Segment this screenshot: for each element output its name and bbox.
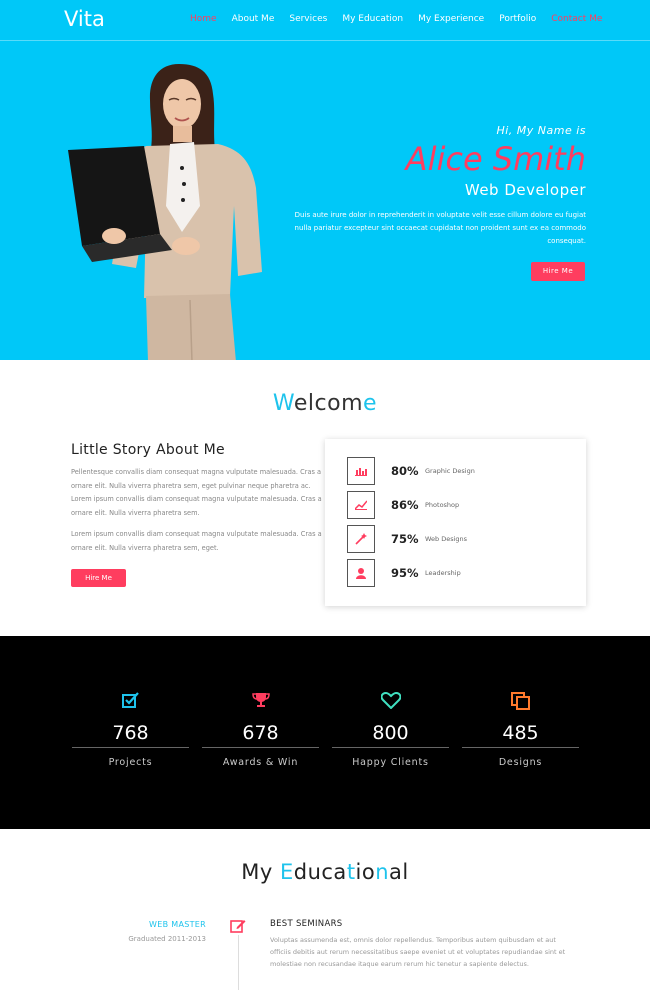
user-icon [347,559,375,587]
nav-about[interactable]: About Me [232,14,275,24]
line-chart-icon [347,491,375,519]
story-hire-button[interactable]: Hire Me [71,569,126,587]
nav-home[interactable]: Home [190,14,217,24]
stat-designs: 485 Designs [462,692,579,768]
education-title-part: n [375,860,390,884]
stats-section: 768 Projects 678 Awards & Win 800 Happy … [0,636,650,829]
check-square-icon [72,692,189,712]
stat-divider [462,747,579,748]
hero-greeting: Hi, My Name is [496,124,586,137]
stat-clients: 800 Happy Clients [332,691,449,768]
hero-name: Alice Smith [405,140,586,178]
stat-awards: 678 Awards & Win [202,692,319,768]
brand-logo[interactable]: Vita [64,7,105,31]
education-years: Graduated 2011-2013 [128,935,206,943]
skill-percent: 95% [391,566,419,580]
nav-divider [0,40,650,41]
hero-role: Web Developer [464,181,586,199]
top-nav: Vita Home About Me Services My Education… [0,0,650,40]
education-heading: BEST SEMINARS [270,919,343,929]
skill-item: 80% Graphic Design [347,457,475,485]
bar-chart-icon [347,457,375,485]
education-title-part: t [346,860,356,884]
heart-icon [332,691,449,712]
education-degree: WEB MASTER [149,920,206,929]
education-title-part: My [241,860,280,884]
nav-menu: Home About Me Services My Education My E… [190,14,617,24]
skill-percent: 86% [391,498,419,512]
hero-description: Duis aute irure dolor in reprehenderit i… [294,211,586,245]
welcome-title: Welcome [0,391,650,416]
story-title: Little Story About Me [71,442,225,458]
stat-number: 800 [372,722,409,744]
skill-label: Photoshop [425,501,460,509]
skill-label: Leadership [425,569,461,577]
nav-education[interactable]: My Education [342,14,403,24]
stat-divider [202,747,319,748]
stat-number: 678 [242,722,279,744]
hero-intro: Hi, My Name is Alice Smith Web Developer… [286,124,586,248]
education-title-part: duca [293,860,347,884]
stat-label: Projects [108,757,153,768]
nav-experience[interactable]: My Experience [418,14,484,24]
education-meta: WEB MASTER Graduated 2011-2013 [110,920,206,943]
stat-divider [72,747,189,748]
skill-label: Graphic Design [425,467,475,475]
stat-number: 485 [502,722,539,744]
skill-item: 86% Photoshop [347,491,459,519]
nav-services[interactable]: Services [289,14,327,24]
nav-contact[interactable]: Contact Me [551,14,602,24]
timeline-line [238,935,239,990]
hero-portrait-image [68,64,262,360]
skill-label: Web Designs [425,535,468,543]
story-paragraph-1: Pellentesque convallis diam consequat ma… [71,468,322,517]
skill-item: 95% Leadership [347,559,461,587]
welcome-title-part: W [272,391,294,416]
education-text: Voluptas assumenda est, omnis dolor repe… [270,936,566,968]
skill-percent: 80% [391,464,419,478]
skill-percent: 75% [391,532,419,546]
stat-label: Awards & Win [222,757,299,768]
copy-icon [462,692,579,712]
education-entry: BEST SEMINARS Voluptas assumenda est, om… [270,919,575,970]
education-title-part: al [389,860,409,884]
stat-label: Designs [498,757,543,768]
pencil-square-icon [229,918,247,936]
hero-hire-button[interactable]: Hire Me [531,262,585,281]
skill-item: 75% Web Designs [347,525,467,553]
welcome-title-part: e [363,391,378,416]
education-title: My Educational [0,860,650,884]
skills-card: 80% Graphic Design 86% Photoshop 75% Web… [325,439,586,606]
magic-wand-icon [347,525,375,553]
story-paragraph-2: Lorem ipsum convallis diam consequat mag… [71,530,322,552]
stat-divider [332,747,449,748]
hero-section: Hi, My Name is Alice Smith Web Developer… [0,40,650,360]
stat-label: Happy Clients [352,757,429,768]
stat-projects: 768 Projects [72,692,189,768]
welcome-title-part: elcom [293,391,364,416]
education-title-part: io [355,860,376,884]
nav-portfolio[interactable]: Portfolio [499,14,536,24]
education-title-part: E [279,860,294,884]
stat-number: 768 [112,722,149,744]
trophy-icon [202,692,319,712]
